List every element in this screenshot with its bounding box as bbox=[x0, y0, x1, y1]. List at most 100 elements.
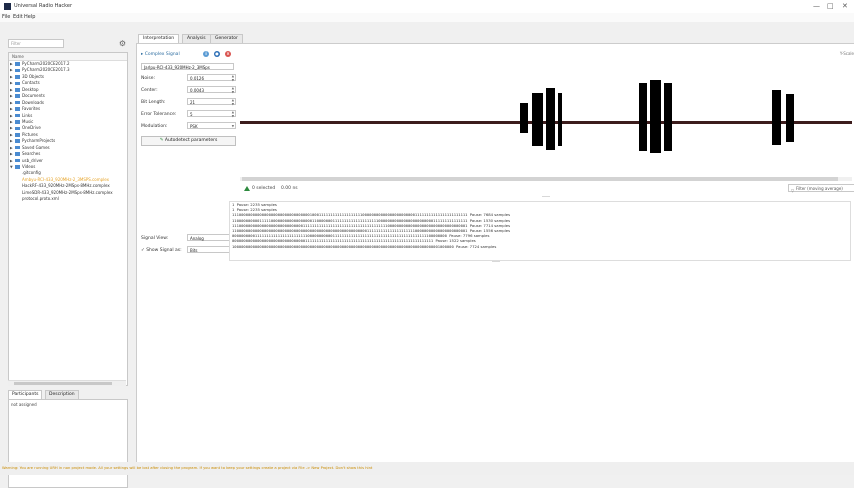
signal-plot[interactable]: Y-Scale bbox=[240, 48, 854, 195]
signal-horizontal-scrollbar[interactable] bbox=[240, 177, 852, 181]
spinbox-arrows-icon[interactable]: ▲ ▼ bbox=[232, 86, 234, 94]
tree-item-label: Ambyu-RCI-433_920MHz-2_3MSPS.complex bbox=[22, 176, 110, 182]
noise-label: Noise: bbox=[141, 76, 155, 81]
magic-wand-icon: ✎ bbox=[159, 138, 164, 143]
error-tolerance-spinbox[interactable]: 5 ▲ ▼ bbox=[187, 110, 236, 117]
filter-moving-average-button[interactable]: ▽ Filter (moving average) bbox=[788, 184, 854, 193]
signal-view-value: Analog bbox=[190, 236, 204, 241]
signal-burst bbox=[650, 80, 661, 153]
tree-header-name[interactable]: Name bbox=[9, 53, 127, 61]
file-browser-panel: Filter ⚙ Name ▶ PyCharm2020CE2017.2 ▶ PyCha… bbox=[0, 22, 131, 488]
tab-generator[interactable]: Generator bbox=[210, 34, 243, 43]
chevron-down-icon: ▼ bbox=[231, 124, 234, 128]
status-footer: Warning: You are running URH in non proj… bbox=[0, 462, 854, 475]
tree-item-label: Videos bbox=[22, 164, 36, 169]
bits-view[interactable]: 1 Pause: 2235 samples 1 Pause: 2235 sampl… bbox=[229, 201, 851, 261]
tree-item-label: PyCharm2020CE2017.2 bbox=[22, 61, 70, 66]
scrollbar-thumb[interactable] bbox=[242, 177, 838, 181]
tree-item-label: usb_driver bbox=[22, 157, 43, 163]
signal-burst bbox=[772, 90, 781, 145]
autodetect-parameters-button[interactable]: ✎ Autodetect parameters bbox=[141, 136, 236, 146]
center-value: 0.0043 bbox=[190, 88, 204, 93]
tab-analysis[interactable]: Analysis bbox=[182, 34, 211, 43]
complex-signal-checkbox[interactable]: ▸ Complex Signal bbox=[141, 52, 180, 57]
signal-burst bbox=[639, 83, 647, 151]
folder-icon bbox=[15, 139, 20, 144]
tree-item-label: .gitconfig bbox=[22, 170, 41, 176]
info-icon[interactable]: i bbox=[203, 51, 209, 57]
app-icon bbox=[4, 3, 11, 10]
file-tree[interactable]: Name ▶ PyCharm2020CE2017.2 ▶ PyCharm2020CE2… bbox=[8, 52, 128, 386]
menu-edit[interactable]: Edit bbox=[13, 14, 23, 20]
filter-label: Filter (moving average) bbox=[796, 186, 843, 191]
folder-icon bbox=[15, 87, 20, 92]
show-signal-as-checkbox[interactable]: ✓ Show Signal as: bbox=[141, 248, 182, 253]
splitter-handle[interactable] bbox=[492, 261, 500, 262]
bit-length-value: 21 bbox=[190, 100, 196, 105]
tree-item-label: OneDrive bbox=[22, 125, 41, 131]
tree-item-label: HackRF-433_920MHz-2MSps-8MHz.complex bbox=[22, 183, 110, 189]
complex-signal-label: Complex Signal bbox=[144, 52, 180, 57]
folder-icon bbox=[15, 145, 20, 150]
menu-bar: File Edit Help bbox=[0, 13, 854, 22]
error-tolerance-label: Error Tolerance: bbox=[141, 112, 177, 117]
signal-name-input[interactable]: Jarlpu-RCI-433_920MHz-2_3MSps bbox=[141, 63, 234, 70]
tree-item-label: 3D Objects bbox=[22, 73, 45, 79]
folder-icon bbox=[15, 133, 20, 137]
folder-icon bbox=[15, 165, 20, 169]
signal-burst bbox=[520, 103, 528, 133]
folder-icon bbox=[15, 107, 20, 111]
bit-sequence: 1000000000000000000000000000000000000000… bbox=[232, 243, 454, 249]
settings-icon[interactable]: ⚙ bbox=[118, 39, 127, 48]
replay-icon[interactable]: ● bbox=[214, 51, 220, 57]
noise-value: 0.0126 bbox=[190, 76, 204, 81]
splitter-handle[interactable] bbox=[542, 196, 550, 197]
file-filter-input[interactable]: Filter bbox=[8, 39, 64, 48]
spinbox-arrows-icon[interactable]: ▲ ▼ bbox=[232, 74, 234, 82]
tree-item-label: PycharmProjects bbox=[22, 138, 56, 144]
tree-item-label: Saved Games bbox=[22, 144, 50, 150]
tab-participants[interactable]: Participants bbox=[8, 390, 43, 399]
menu-help[interactable]: Help bbox=[24, 14, 35, 20]
bit-length-label: Bit Length: bbox=[141, 100, 166, 105]
bit-length-spinbox[interactable]: 21 ▲ ▼ bbox=[187, 98, 236, 105]
folder-icon bbox=[15, 75, 20, 79]
participants-content: not assigned bbox=[11, 402, 37, 407]
center-spinbox[interactable]: 0.0043 ▲ ▼ bbox=[187, 86, 236, 93]
modulation-label: Modulation: bbox=[141, 124, 168, 129]
signal-burst bbox=[664, 83, 672, 151]
spinbox-arrows-icon[interactable]: ▲ ▼ bbox=[232, 98, 234, 106]
maximize-button[interactable]: □ bbox=[827, 2, 834, 11]
tree-item-label: Pictures bbox=[22, 131, 38, 137]
close-window-button[interactable]: ✕ bbox=[842, 2, 848, 11]
app-title: Universal Radio Hacker bbox=[14, 3, 73, 9]
tree-item-label: Desktop bbox=[22, 86, 39, 92]
folder-icon bbox=[15, 81, 20, 86]
signal-burst bbox=[558, 93, 562, 146]
menu-file[interactable]: File bbox=[2, 14, 10, 20]
warning-text[interactable]: Warning: You are running URH in non proj… bbox=[2, 466, 372, 470]
center-label: Center: bbox=[141, 88, 158, 93]
tab-description[interactable]: Description bbox=[45, 390, 79, 399]
tab-interpretation[interactable]: Interpretation bbox=[138, 34, 180, 43]
minimize-button[interactable]: — bbox=[813, 2, 820, 11]
close-icon[interactable]: × bbox=[225, 51, 231, 57]
selected-count: 0 selected bbox=[252, 186, 276, 191]
tree-item-label: Favorites bbox=[22, 106, 41, 112]
play-icon[interactable] bbox=[244, 186, 250, 191]
bit-message-row[interactable]: 1000000000000000000000000000000000000000… bbox=[230, 244, 850, 249]
spinbox-arrows-icon[interactable]: ▲ ▼ bbox=[232, 110, 234, 118]
error-tolerance-value: 5 bbox=[190, 112, 193, 117]
signal-burst bbox=[532, 93, 543, 146]
tree-file-item[interactable]: protocol.proto.xml bbox=[9, 196, 127, 202]
modulation-select[interactable]: PSK ▼ bbox=[187, 122, 236, 129]
title-bar: Universal Radio Hacker — □ ✕ bbox=[0, 0, 854, 13]
folder-icon bbox=[15, 94, 20, 98]
signal-view-label: Signal View: bbox=[141, 236, 169, 241]
tree-item-label: Documents bbox=[22, 93, 45, 99]
tree-horizontal-scrollbar[interactable] bbox=[8, 380, 126, 386]
selected-time: 0.00 ns bbox=[281, 186, 298, 191]
noise-spinbox[interactable]: 0.0126 ▲ ▼ bbox=[187, 74, 236, 81]
scrollbar-thumb[interactable] bbox=[14, 382, 112, 385]
tree-item-label: Music bbox=[22, 118, 34, 124]
